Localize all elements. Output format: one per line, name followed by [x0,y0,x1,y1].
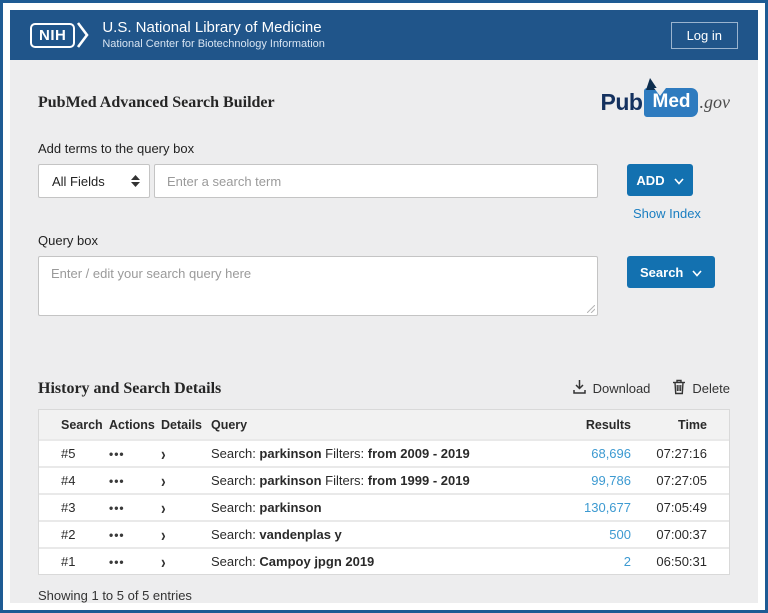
download-button[interactable]: Download [572,379,651,398]
details-expand-button[interactable]: › [161,497,211,518]
col-actions: Actions [109,418,161,432]
add-terms-label: Add terms to the query box [38,141,730,156]
download-icon [572,379,587,398]
filters-label: Filters: [322,473,368,488]
search-button-label: Search [640,265,683,280]
row-time: 07:00:37 [635,527,707,542]
table-row: #4 ••• › Search: parkinson Filters: from… [39,466,729,493]
row-search-number: #3 [61,500,109,515]
actions-menu-button[interactable]: ••• [109,501,161,515]
row-time: 07:27:05 [635,473,707,488]
row-time: 07:05:49 [635,500,707,515]
query-term: parkinson [259,500,321,515]
page-title: PubMed Advanced Search Builder [38,94,275,112]
download-label: Download [593,381,651,396]
org-name-line1[interactable]: U.S. National Library of Medicine [102,19,325,38]
chevron-down-icon [674,173,684,188]
actions-menu-button[interactable]: ••• [109,474,161,488]
row-time: 07:27:16 [635,446,707,461]
query-term: vandenplas y [259,527,341,542]
search-button[interactable]: Search [627,256,715,288]
pubmed-logo-book: Med [644,88,698,117]
pubmed-logo-pub: Pub [601,89,643,116]
filters-value: from 2009 - 2019 [368,446,470,461]
table-row: #1 ••• › Search: Campoy jpgn 2019 2 06:5… [39,547,729,574]
table-header-row: Search Actions Details Query Results Tim… [39,410,729,439]
row-search-number: #4 [61,473,109,488]
field-select[interactable]: All Fields [38,164,150,198]
show-index-link[interactable]: Show Index [633,206,701,221]
query-prefix: Search: [211,527,259,542]
org-name-line2: National Center for Biotechnology Inform… [102,38,325,52]
field-select-value: All Fields [52,174,105,189]
details-expand-button[interactable]: › [161,551,211,572]
actions-menu-button[interactable]: ••• [109,528,161,542]
query-cell: Search: Campoy jpgn 2019 [211,554,549,569]
table-row: #2 ••• › Search: vandenplas y 500 07:00:… [39,520,729,547]
col-search: Search [61,418,109,432]
results-count-link[interactable]: 500 [609,527,631,542]
search-term-input[interactable] [154,164,598,198]
query-prefix: Search: [211,500,259,515]
query-cell: Search: parkinson [211,500,549,515]
actions-menu-button[interactable]: ••• [109,555,161,569]
chevron-down-icon [692,265,702,280]
login-button[interactable]: Log in [671,22,738,49]
nih-chevron-icon [76,20,90,50]
query-box-label: Query box [38,233,730,248]
table-row: #5 ••• › Search: parkinson Filters: from… [39,439,729,466]
org-name-block: U.S. National Library of Medicine Nation… [102,19,325,52]
query-term: Campoy jpgn 2019 [259,554,374,569]
top-header: NIH U.S. National Library of Medicine Na… [10,10,758,60]
col-time: Time [635,418,707,432]
actions-menu-button[interactable]: ••• [109,447,161,461]
table-row: #3 ••• › Search: parkinson 130,677 07:05… [39,493,729,520]
query-prefix: Search: [211,554,259,569]
trash-icon [672,379,686,398]
col-details: Details [161,418,211,432]
main-content: PubMed Advanced Search Builder Pub Med .… [10,60,758,603]
query-cell: Search: vandenplas y [211,527,549,542]
details-expand-button[interactable]: › [161,470,211,491]
page: NIH U.S. National Library of Medicine Na… [10,10,758,603]
row-search-number: #1 [61,554,109,569]
results-count-link[interactable]: 68,696 [591,446,631,461]
results-count-link[interactable]: 99,786 [591,473,631,488]
row-search-number: #5 [61,446,109,461]
results-count-link[interactable]: 2 [624,554,631,569]
row-search-number: #2 [61,527,109,542]
query-cell: Search: parkinson Filters: from 2009 - 2… [211,446,549,461]
filters-label: Filters: [322,446,368,461]
delete-label: Delete [692,381,730,396]
history-title: History and Search Details [38,380,221,398]
book-notch-icon [654,88,666,96]
delete-button[interactable]: Delete [672,379,730,398]
details-expand-button[interactable]: › [161,524,211,545]
query-prefix: Search: [211,446,259,461]
pubmed-logo[interactable]: Pub Med .gov [601,88,730,117]
table-entries-summary: Showing 1 to 5 of 5 entries [38,588,730,603]
row-time: 06:50:31 [635,554,707,569]
query-term: parkinson [259,473,321,488]
select-updown-icon [131,175,140,187]
col-query: Query [211,418,549,432]
details-expand-button[interactable]: › [161,443,211,464]
filters-value: from 1999 - 2019 [368,473,470,488]
history-table: Search Actions Details Query Results Tim… [38,409,730,575]
query-cell: Search: parkinson Filters: from 1999 - 2… [211,473,549,488]
query-prefix: Search: [211,473,259,488]
nih-logo[interactable]: NIH [30,23,75,48]
add-button[interactable]: ADD [627,164,693,196]
resize-grip-icon[interactable] [587,300,595,318]
query-box-textarea[interactable] [38,256,598,316]
pubmed-logo-gov: .gov [700,92,731,113]
add-button-label: ADD [636,173,664,188]
query-term: parkinson [259,446,321,461]
results-count-link[interactable]: 130,677 [584,500,631,515]
col-results: Results [549,418,635,432]
